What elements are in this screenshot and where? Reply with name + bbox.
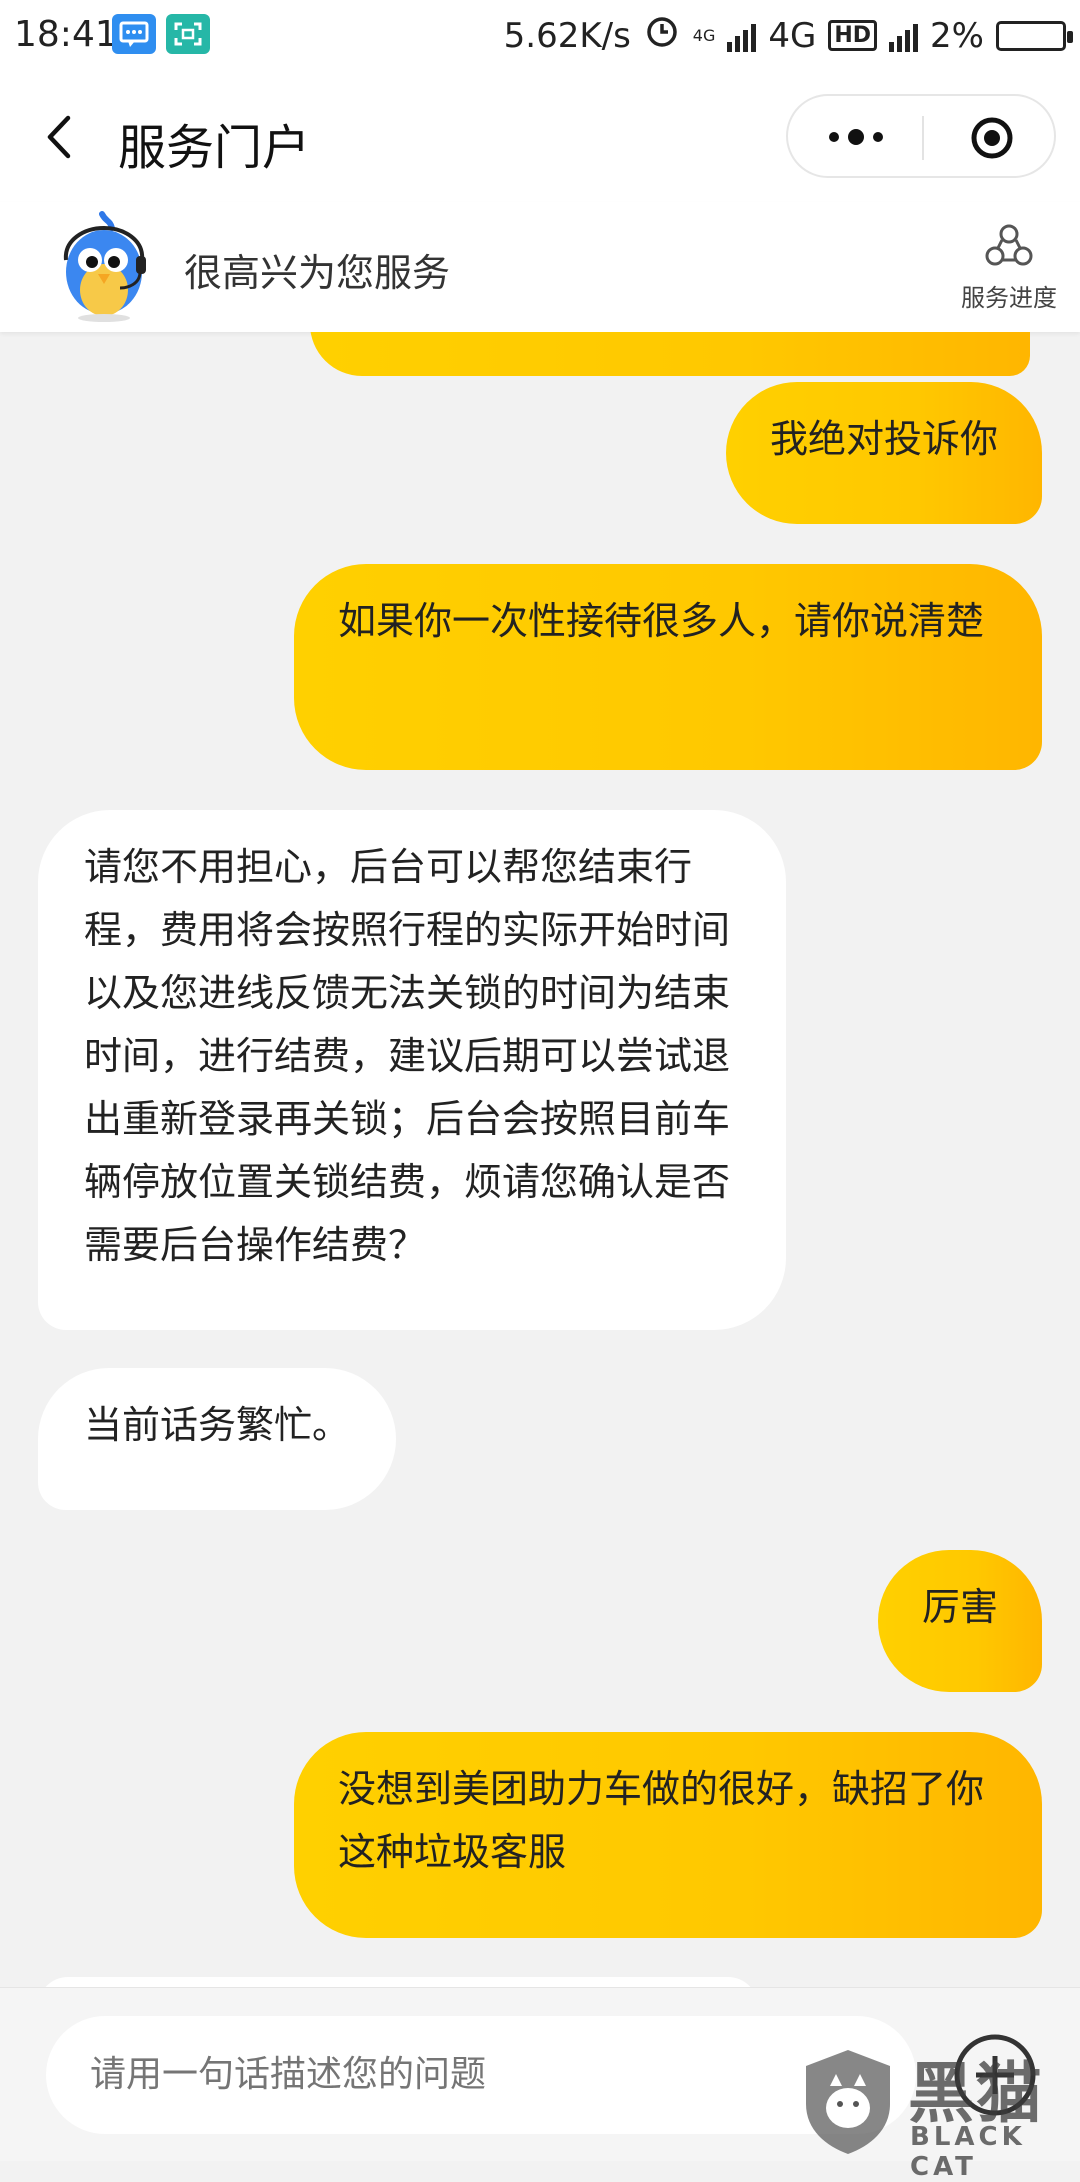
- battery-percent: 2%: [930, 15, 984, 56]
- message-bubble-partial: [310, 332, 1030, 376]
- greeting-text: 很高兴为您服务: [184, 251, 451, 295]
- message-text: 如果你一次性接待很多人，请你说清楚: [338, 599, 985, 643]
- status-bar: 18:41 5.62K/s 4G 4G HD 2%: [0, 0, 1080, 72]
- page-title: 服务门户: [118, 120, 311, 176]
- scan-notification-icon: [166, 14, 210, 54]
- message-bubble-user: 我绝对投诉你: [725, 382, 1042, 524]
- status-time: 18:41: [14, 14, 118, 55]
- title-bar: 服务门户: [0, 72, 1080, 202]
- message-bubble-user: 没想到美团助力车做的很好，缺招了你这种垃圾客服: [294, 1732, 1042, 1938]
- service-bird-avatar: [54, 210, 154, 322]
- message-bubble-partial: [38, 1977, 758, 1987]
- black-cat-logo-icon: [800, 2046, 896, 2156]
- service-progress-icon: [985, 224, 1033, 266]
- message-bubble-agent: 请您不用担心，后台可以帮您结束行程，费用将会按照行程的实际开始时间以及您进线反馈…: [38, 810, 786, 1330]
- message-text: 我绝对投诉你: [769, 417, 998, 461]
- chat-list[interactable]: 我绝对投诉你 如果你一次性接待很多人，请你说清楚 请您不用担心，后台可以帮您结束…: [0, 332, 1080, 1987]
- network-small-label: 4G: [692, 25, 716, 45]
- message-text: 没想到美团助力车做的很好，缺招了你这种垃圾客服: [338, 1767, 985, 1874]
- alarm-icon: [643, 12, 681, 59]
- hd-badge: HD: [828, 20, 878, 51]
- question-input[interactable]: [46, 2016, 916, 2134]
- battery-icon: [996, 20, 1073, 51]
- message-bubble-user: 如果你一次性接待很多人，请你说清楚: [294, 564, 1042, 770]
- network-speed: 5.62K/s: [503, 15, 631, 56]
- message-notification-icon: [112, 14, 156, 54]
- back-arrow-icon[interactable]: [40, 112, 80, 162]
- message-bubble-agent: 当前话务繁忙。: [38, 1368, 397, 1510]
- signal-icon: [727, 20, 757, 52]
- miniprogram-capsule: [786, 94, 1056, 178]
- capsule-divider: [922, 116, 924, 160]
- watermark-en: BLACK CAT: [910, 2122, 1026, 2182]
- network-label: 4G: [768, 15, 817, 56]
- service-progress-button[interactable]: 服务进度: [954, 220, 1064, 313]
- close-miniprogram-icon[interactable]: [970, 116, 1014, 160]
- message-text: 厉害: [921, 1585, 998, 1629]
- signal-icon-2: [889, 20, 919, 52]
- more-menu-icon[interactable]: [824, 122, 888, 152]
- message-text: 请您不用担心，后台可以帮您结束行程，费用将会按照行程的实际开始时间以及您进线反馈…: [84, 845, 731, 1267]
- service-header: 很高兴为您服务 服务进度: [0, 202, 1080, 332]
- message-bubble-user: 厉害: [877, 1550, 1042, 1692]
- service-progress-label: 服务进度: [961, 284, 1057, 312]
- black-cat-watermark: 黑猫 BLACK CAT: [790, 2040, 1080, 2182]
- message-text: 当前话务繁忙。: [84, 1403, 351, 1447]
